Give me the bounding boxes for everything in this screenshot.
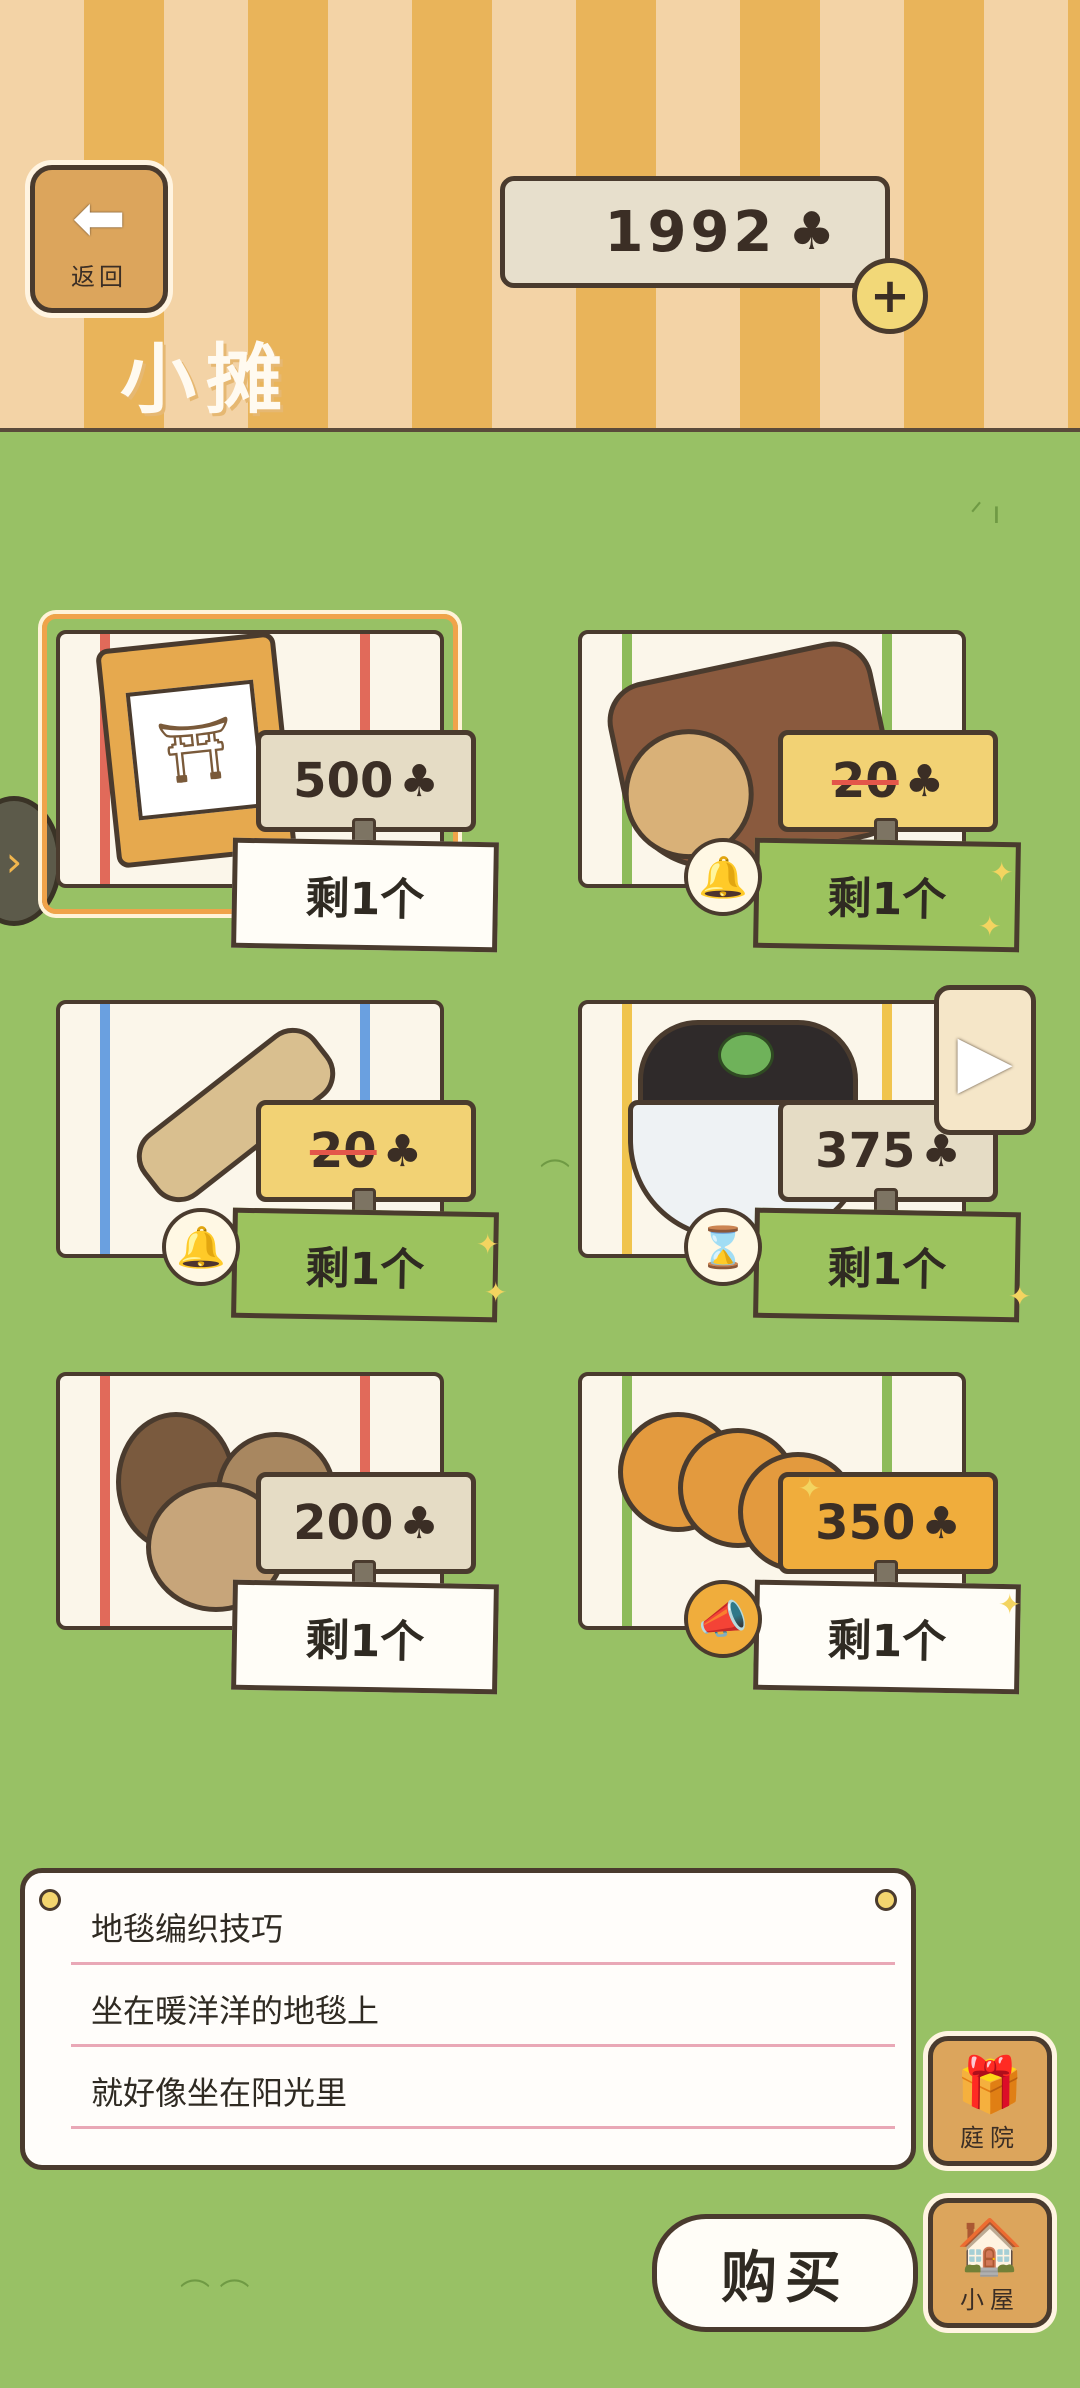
sparkle-icon: ✦ bbox=[484, 1276, 508, 1309]
sparkle-icon: ✦ bbox=[990, 856, 1014, 889]
stock-label: 剩1个 bbox=[753, 1579, 1021, 1695]
megaphone-icon: 📣 bbox=[684, 1580, 762, 1658]
shop-item[interactable]: 20 ♣ 剩1个 🔔 ✦ ✦ bbox=[558, 620, 1021, 960]
sparkle-icon: ✦ bbox=[998, 1588, 1022, 1621]
description-line: 就好像坐在阳光里 bbox=[71, 2057, 895, 2129]
next-page-button[interactable]: ▶ bbox=[934, 985, 1036, 1135]
grass-decor-icon: ⌒ ⌒ bbox=[180, 2278, 250, 2313]
gift-box-icon: 🎁 bbox=[956, 2053, 1024, 2116]
price-tag: 20 ♣ bbox=[778, 730, 998, 832]
item-price: 350 bbox=[815, 1495, 916, 1551]
chevron-right-icon: ▶ bbox=[957, 1018, 1013, 1102]
stock-text: 剩1个 bbox=[827, 872, 947, 927]
stock-label: 剩1个 bbox=[231, 837, 499, 953]
grass-decor-icon: ᐟ ı bbox=[970, 496, 1001, 531]
item-price: 20 bbox=[831, 753, 899, 809]
chevron-right-icon: › bbox=[5, 836, 23, 886]
shop-item[interactable]: ⛩ 500 ♣ 剩1个 bbox=[36, 614, 499, 960]
item-price: 500 bbox=[293, 753, 394, 809]
item-price: 375 bbox=[815, 1123, 916, 1179]
stock-label: 剩1个 bbox=[231, 1579, 499, 1695]
house-icon: 🏠 bbox=[956, 2215, 1024, 2278]
hourglass-icon: ⌛ bbox=[684, 1208, 762, 1286]
price-tag: 500 ♣ bbox=[256, 730, 476, 832]
clover-amount: 1992 bbox=[604, 199, 777, 265]
description-title: 地毯编织技巧 bbox=[71, 1893, 895, 1965]
stock-text: 剩1个 bbox=[305, 1242, 425, 1297]
back-button[interactable]: ⬅ 返回 bbox=[30, 165, 168, 313]
bell-icon: 🔔 bbox=[684, 838, 762, 916]
shop-item[interactable]: 350 ♣ 剩1个 📣 ✦ ✦ bbox=[558, 1362, 1021, 1702]
yard-button[interactable]: 🎁 庭院 bbox=[928, 2036, 1052, 2166]
clover-icon: ♣ bbox=[904, 755, 945, 807]
clover-icon: ♣ bbox=[399, 1497, 439, 1549]
item-price: 20 bbox=[309, 1123, 377, 1179]
arrow-left-icon: ⬅ bbox=[72, 181, 126, 256]
clover-icon: ♣ bbox=[788, 202, 835, 262]
sparkle-icon: ✦ bbox=[978, 910, 1002, 943]
stock-text: 剩1个 bbox=[305, 1614, 425, 1669]
stock-label: 剩1个 bbox=[231, 1207, 499, 1323]
sparkle-icon: ✦ bbox=[1008, 1280, 1032, 1313]
description-line: 坐在暖洋洋的地毯上 bbox=[71, 1975, 895, 2047]
yard-label: 庭院 bbox=[960, 2124, 1020, 2152]
add-clover-button[interactable]: + bbox=[852, 258, 928, 334]
stock-text: 剩1个 bbox=[827, 1242, 947, 1297]
price-tag: 200 ♣ bbox=[256, 1472, 476, 1574]
clover-icon: ♣ bbox=[399, 755, 439, 807]
stock-text: 剩1个 bbox=[827, 1614, 947, 1669]
plus-icon: + bbox=[869, 268, 911, 324]
bell-icon: 🔔 bbox=[162, 1208, 240, 1286]
sparkle-icon: ✦ bbox=[798, 1472, 822, 1505]
shop-item[interactable]: 200 ♣ 剩1个 bbox=[36, 1362, 499, 1702]
shop-header: ⬅ 返回 1992 ♣ + 小摊 bbox=[0, 0, 1080, 432]
price-tag: 20 ♣ bbox=[256, 1100, 476, 1202]
stock-label: 剩1个 bbox=[753, 1207, 1021, 1323]
page-title: 小摊 bbox=[120, 335, 292, 424]
sparkle-icon: ✦ bbox=[476, 1228, 500, 1261]
item-price: 200 bbox=[293, 1495, 394, 1551]
clover-icon: ♣ bbox=[382, 1125, 423, 1177]
pin-icon bbox=[39, 1889, 61, 1911]
item-description-panel: 地毯编织技巧 坐在暖洋洋的地毯上 就好像坐在阳光里 bbox=[20, 1868, 916, 2170]
clover-balance: 1992 ♣ bbox=[500, 176, 890, 288]
clover-icon: ♣ bbox=[921, 1497, 961, 1549]
house-label: 小屋 bbox=[960, 2286, 1020, 2314]
stock-text: 剩1个 bbox=[305, 872, 425, 927]
shop-item[interactable]: 20 ♣ 剩1个 🔔 ✦ ✦ bbox=[36, 990, 507, 1330]
buy-button[interactable]: 购买 bbox=[652, 2214, 918, 2332]
back-label: 返回 bbox=[71, 262, 127, 291]
house-button[interactable]: 🏠 小屋 bbox=[928, 2198, 1052, 2328]
shop-item[interactable]: 375 ♣ 剩1个 ⌛ ✦ bbox=[558, 990, 1031, 1330]
